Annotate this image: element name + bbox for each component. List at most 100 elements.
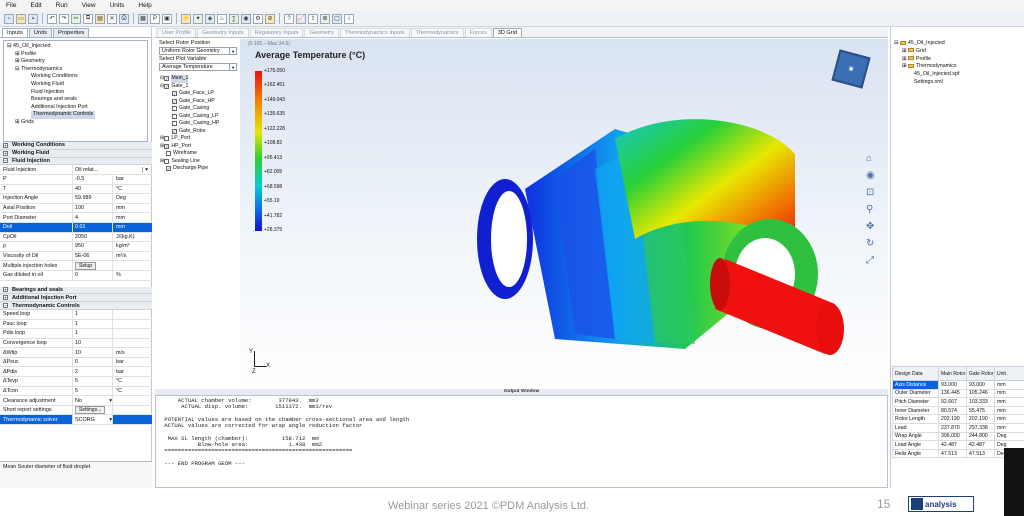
stop-icon[interactable]: ⊘	[265, 13, 275, 24]
prop-row[interactable]: Short report settings Settings...	[0, 405, 152, 416]
tree-item-main[interactable]: ⊟ ✓ Main_1	[160, 75, 239, 83]
tree-item-working-conditions[interactable]: Working Conditions	[7, 73, 144, 81]
tree-item-wireframe[interactable]: Wireframe	[160, 150, 239, 158]
prop-row[interactable]: Psuc loop 1	[0, 319, 152, 330]
prop-row[interactable]: ΔPsuc 0 bar	[0, 357, 152, 368]
menu-help[interactable]: Help	[138, 2, 151, 9]
home-icon[interactable]: ⌂	[866, 153, 875, 164]
camera-icon[interactable]: ◉	[866, 170, 875, 181]
report-icon[interactable]: ≣	[320, 13, 330, 24]
file-item-thermo[interactable]: ⊞ Thermodynamics	[894, 63, 1024, 71]
rotor-position-select[interactable]: Uniform Rotor Geometry ▼	[159, 47, 237, 55]
prop-row[interactable]: Viscosity of Oil 5E-06 m²/s	[0, 251, 152, 262]
tab-user-profile[interactable]: User Profile	[157, 28, 197, 37]
plot-variable-select[interactable]: Average Temperature ▼	[159, 63, 237, 71]
table-row[interactable]: Pitch Diameter 92.667 103.333 mm	[892, 397, 1024, 407]
import-icon[interactable]: ⎙	[119, 13, 129, 24]
monitor-icon[interactable]: ▢	[332, 13, 342, 24]
tab-regulatory-inputs[interactable]: Regulatory Inputs	[249, 28, 304, 37]
copy-icon[interactable]: ⧉	[83, 13, 93, 24]
section-fluid-injection[interactable]: − Fluid Injection	[0, 157, 152, 166]
cut-icon[interactable]: ✂	[71, 13, 81, 24]
layout-icon[interactable]: ▦	[138, 13, 148, 24]
prop-row[interactable]: Fluid Injection Oil relat... ▾	[0, 165, 152, 175]
tree-item-profile[interactable]: ⊞ Profile	[7, 51, 144, 59]
fullscreen-icon[interactable]: ⤢	[866, 255, 875, 266]
table-row[interactable]: Axis Distance 93.000 93.000 mm	[892, 380, 1024, 390]
profile-icon[interactable]: P	[150, 13, 160, 24]
3d-viewport[interactable]: (0.165 – Max 34.6) Average Temperature (…	[240, 39, 888, 389]
settings-icon[interactable]: ⚙	[253, 13, 263, 24]
table-row[interactable]: Outer Diameter 136.445 105.246 mm	[892, 388, 1024, 399]
help-icon[interactable]: ?	[284, 13, 294, 24]
prop-row[interactable]: Clearance adjustment No ▾	[0, 396, 152, 406]
tree-item-root[interactable]: ⊟ 45_Oil_Injected	[7, 43, 144, 51]
prop-row[interactable]: CpOil 2050 J/(kg.K)	[0, 232, 152, 243]
section-working-fluid[interactable]: + Working Fluid	[0, 149, 152, 158]
chart-icon[interactable]: 📈	[296, 13, 306, 24]
prop-row[interactable]: Convergence loop 10	[0, 338, 152, 349]
setup-button[interactable]: Setup	[75, 261, 97, 270]
zoom-fit-icon[interactable]: ⊡	[866, 187, 875, 198]
table-row[interactable]: Wrap Angle 306.000 244.800 Deg	[892, 431, 1024, 442]
new-file-icon[interactable]: ▫	[4, 13, 14, 24]
mesh-icon[interactable]: ◈	[205, 13, 215, 24]
tree-item-gate-rotor[interactable]: ✓ Gate_Rotor	[160, 128, 239, 136]
zoom-icon[interactable]: ⚲	[866, 204, 875, 215]
rotate-icon[interactable]: ↻	[866, 238, 875, 249]
prop-row[interactable]: Port Diameter 4 mm	[0, 213, 152, 223]
tab-units[interactable]: Units	[28, 28, 53, 37]
tab-geometry-inputs[interactable]: Geometry Inputs	[197, 28, 249, 37]
table-row[interactable]: Rotor Length 202.190 202.190 mm	[892, 414, 1024, 424]
prop-row[interactable]: ΔPdis 2 bar	[0, 367, 152, 378]
section-bearings[interactable]: + Bearings and seals	[0, 286, 152, 295]
file-item-project[interactable]: ⊟ 45_Oil_Injected	[894, 40, 1024, 48]
prop-row[interactable]: ΔWtip 10 m/s	[0, 348, 152, 358]
tab-3d-grid[interactable]: 3D Grid	[492, 28, 522, 37]
prop-row-selected[interactable]: Doil 0.01 mm	[0, 222, 152, 233]
prop-row[interactable]: Speed loop 1	[0, 309, 152, 320]
prop-row[interactable]: Pdis loop 1	[0, 329, 152, 339]
table-row[interactable]: Inner Diameter 80.574 55.475 mm	[892, 405, 1024, 416]
prop-row[interactable]: Gas diluted in oil 0%	[0, 270, 152, 281]
tree-item-thermo-controls[interactable]: Thermodynamic Controls	[7, 111, 144, 119]
tree-item-lp-port[interactable]: ⊞ LP_Port	[160, 135, 239, 143]
section-thermo-controls[interactable]: − Thermodynamic Controls	[0, 302, 152, 310]
tree-item-sealing-line[interactable]: ⊞ Sealing Line	[160, 158, 239, 166]
tree-item-gate-casing[interactable]: Gate_Casing	[160, 105, 239, 113]
tree-item-working-fluid[interactable]: Working Fluid	[7, 81, 144, 89]
tree-item-hp-port[interactable]: ⊞ ✓ HP_Port	[160, 143, 239, 151]
output-window[interactable]: ACTUAL chamber volume: 377843. mm3 ACTUA…	[155, 395, 888, 488]
tab-thermodynamics[interactable]: Thermodynamics	[410, 28, 464, 37]
pan-icon[interactable]: ✥	[866, 221, 875, 232]
prop-row[interactable]: P -0.5 bar	[0, 174, 152, 185]
grid-icon[interactable]: ▣	[162, 13, 172, 24]
menu-units[interactable]: Units	[110, 2, 125, 9]
tree-item-discharge-pipe[interactable]: ✓ Discharge Pipe	[160, 165, 239, 173]
tree-item-gate-casing-hp[interactable]: Gate_Casing_HP	[160, 120, 239, 128]
prop-row[interactable]: T 40 °C	[0, 184, 152, 195]
undo-icon[interactable]: ↶	[47, 13, 57, 24]
section-additional-port[interactable]: + Additional Injection Port	[0, 294, 152, 303]
info-icon[interactable]: i	[344, 13, 354, 24]
tab-properties[interactable]: Properties	[53, 28, 90, 37]
chevron-down-icon[interactable]: ▾	[142, 166, 150, 173]
prop-row[interactable]: Axial Position 100 mm	[0, 203, 152, 214]
run-icon[interactable]: ⚡	[181, 13, 191, 24]
calc-icon[interactable]: ∑	[229, 13, 239, 24]
tree-item-fluid-injection[interactable]: Fluid Injection	[7, 89, 144, 97]
paste-icon[interactable]: ▤	[95, 13, 105, 24]
prop-row-selected[interactable]: Thermodynamic solver SCORG ▾	[0, 415, 152, 426]
delete-icon[interactable]: ✕	[107, 13, 117, 24]
menu-edit[interactable]: Edit	[30, 2, 41, 9]
save-icon[interactable]: ▪	[28, 13, 38, 24]
tree-item-thermodynamics[interactable]: ⊟ Thermodynamics	[7, 66, 144, 74]
view-cube-icon[interactable]: ▣	[831, 49, 871, 89]
prop-row[interactable]: ΔTevp 5 °C	[0, 377, 152, 387]
file-item-grid[interactable]: ⊞ Grid	[894, 48, 1024, 56]
prop-row[interactable]: Injection Angle 59.989 Deg	[0, 194, 152, 204]
thermo-icon[interactable]: ♨	[217, 13, 227, 24]
tab-inputs[interactable]: Inputs	[2, 28, 28, 37]
tree-item-geometry[interactable]: ⊞ Geometry	[7, 58, 144, 66]
tree-item-gate-casing-lp[interactable]: Gate_Casing_LP	[160, 113, 239, 121]
